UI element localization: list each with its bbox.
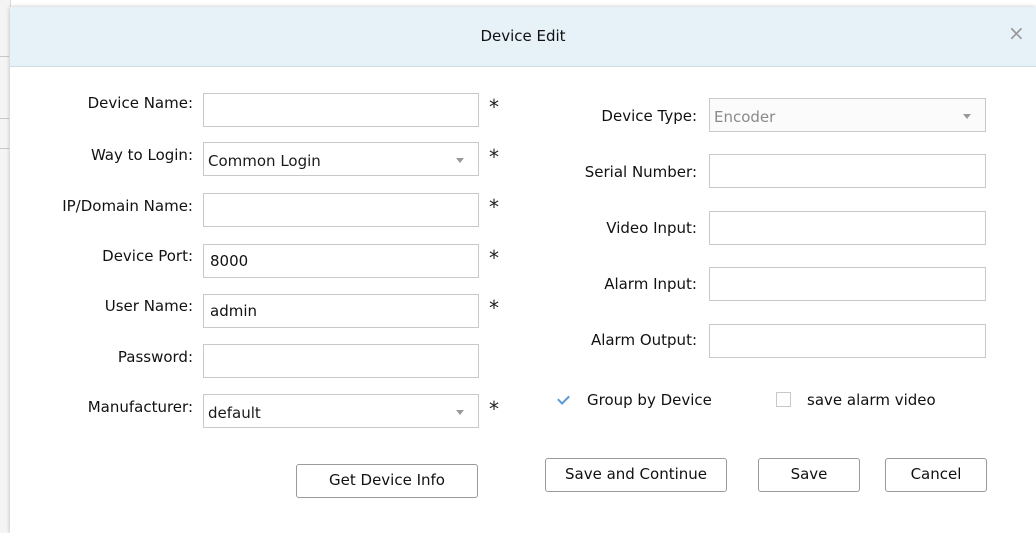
- required-mark: *: [489, 195, 499, 219]
- device-port-input[interactable]: [203, 244, 479, 278]
- dialog-titlebar: Device Edit ×: [10, 7, 1036, 67]
- user-name-label: User Name:: [104, 297, 193, 315]
- manufacturer-value: default: [208, 404, 261, 422]
- password-label: Password:: [117, 348, 193, 366]
- required-mark: *: [489, 397, 499, 421]
- video-input-label: Video Input:: [606, 219, 697, 237]
- way-to-login-label: Way to Login:: [90, 146, 193, 164]
- background-divider: [0, 148, 9, 149]
- alarm-input-label: Alarm Input:: [604, 275, 697, 293]
- chevron-down-icon: [456, 410, 464, 415]
- required-mark: *: [489, 296, 499, 320]
- ip-domain-label: IP/Domain Name:: [62, 197, 193, 215]
- alarm-input-field[interactable]: [709, 267, 986, 301]
- device-name-label: Device Name:: [87, 94, 193, 112]
- serial-number-label: Serial Number:: [584, 163, 697, 181]
- get-device-info-button[interactable]: Get Device Info: [296, 464, 478, 498]
- chevron-down-icon: [456, 158, 464, 163]
- alarm-output-field[interactable]: [709, 324, 986, 358]
- group-by-device-checkbox[interactable]: [556, 392, 571, 407]
- background-divider: [0, 118, 9, 119]
- serial-number-input[interactable]: [709, 154, 986, 188]
- save-button[interactable]: Save: [758, 458, 860, 492]
- ip-domain-input[interactable]: [203, 193, 479, 227]
- close-icon[interactable]: ×: [1008, 23, 1025, 43]
- video-input-field[interactable]: [709, 211, 986, 245]
- chevron-down-icon: [963, 114, 971, 119]
- save-alarm-video-label[interactable]: save alarm video: [807, 391, 936, 409]
- device-name-input[interactable]: [203, 93, 479, 127]
- save-and-continue-button[interactable]: Save and Continue: [545, 458, 727, 492]
- required-mark: *: [489, 95, 499, 119]
- user-name-input[interactable]: [203, 294, 479, 328]
- dialog-title: Device Edit: [480, 27, 566, 45]
- required-mark: *: [489, 246, 499, 270]
- cancel-button[interactable]: Cancel: [885, 458, 987, 492]
- manufacturer-select[interactable]: default: [203, 394, 479, 428]
- background-divider: [0, 56, 9, 57]
- device-type-select[interactable]: Encoder: [709, 98, 986, 132]
- group-by-device-label[interactable]: Group by Device: [587, 391, 712, 409]
- way-to-login-value: Common Login: [208, 152, 321, 170]
- device-edit-dialog: Device Edit × Device Name: * Way to Logi…: [10, 7, 1036, 533]
- device-port-label: Device Port:: [102, 247, 193, 265]
- device-type-value: Encoder: [714, 108, 776, 126]
- required-mark: *: [489, 145, 499, 169]
- device-type-label: Device Type:: [601, 107, 697, 125]
- check-icon: [557, 392, 570, 405]
- save-alarm-video-checkbox[interactable]: [776, 392, 791, 407]
- way-to-login-select[interactable]: Common Login: [203, 142, 479, 176]
- manufacturer-label: Manufacturer:: [87, 398, 193, 416]
- alarm-output-label: Alarm Output:: [590, 331, 697, 349]
- password-input[interactable]: [203, 344, 479, 378]
